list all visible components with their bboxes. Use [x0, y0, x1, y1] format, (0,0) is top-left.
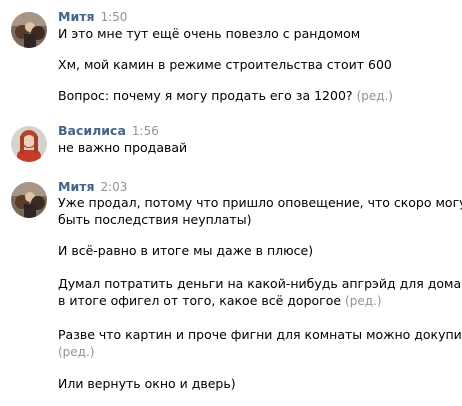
- message-edited-continuation: (ред.): [58, 343, 454, 361]
- message-text: в итоге офигел от того, какое всё дорого…: [58, 293, 342, 308]
- message-text: Вопрос: почему я могу продать его за 120…: [58, 88, 353, 103]
- avatar-mitya[interactable]: [11, 182, 47, 218]
- message-text: Разве что картин и проче фигни для комна…: [58, 327, 462, 342]
- edited-label[interactable]: (ред.): [58, 345, 94, 359]
- chat-history: Митя 1:50 И это мне тут ещё очень повезло…: [0, 0, 462, 406]
- message-text: Думал потратить деньги на какой-нибудь а…: [58, 276, 462, 291]
- message-header: Митя 2:03: [58, 179, 127, 195]
- message-text-edited: в итоге офигел от того, какое всё дорого…: [58, 292, 454, 310]
- author-name[interactable]: Митя: [58, 9, 94, 24]
- message-vasilisa: Василиса 1:56 не важно продавай: [0, 123, 462, 166]
- message-text: Или вернуть окно и дверь): [58, 376, 236, 391]
- message-mitya-1: Митя 1:50 И это мне тут ещё очень повезло…: [0, 9, 462, 117]
- author-name[interactable]: Василиса: [58, 123, 126, 138]
- avatar-vasilisa[interactable]: [11, 126, 47, 162]
- message-text-edited: Вопрос: почему я могу продать его за 120…: [58, 87, 454, 105]
- message-text: И всё-равно в итоге мы даже в плюсе): [58, 243, 314, 258]
- message-text: быть последствия неуплаты): [58, 212, 252, 227]
- avatar-mitya[interactable]: [11, 12, 47, 48]
- message-time[interactable]: 1:50: [100, 10, 127, 24]
- message-mitya-2: Митя 2:03 Уже продал, потому что пришло о…: [0, 179, 462, 397]
- message-header: Василиса 1:56: [58, 123, 159, 139]
- message-text: И это мне тут ещё очень повезло с рандом…: [58, 26, 361, 41]
- message-header: Митя 1:50: [58, 9, 127, 25]
- author-name[interactable]: Митя: [58, 179, 94, 194]
- message-text: не важно продавай: [58, 140, 188, 155]
- message-time[interactable]: 2:03: [100, 180, 127, 194]
- message-time[interactable]: 1:56: [132, 124, 159, 138]
- edited-label[interactable]: (ред.): [345, 294, 381, 308]
- message-text: Уже продал, потому что пришло оповещение…: [58, 195, 462, 210]
- edited-label[interactable]: (ред.): [357, 89, 393, 103]
- message-text: Хм, мой камин в режиме строительства сто…: [58, 57, 392, 72]
